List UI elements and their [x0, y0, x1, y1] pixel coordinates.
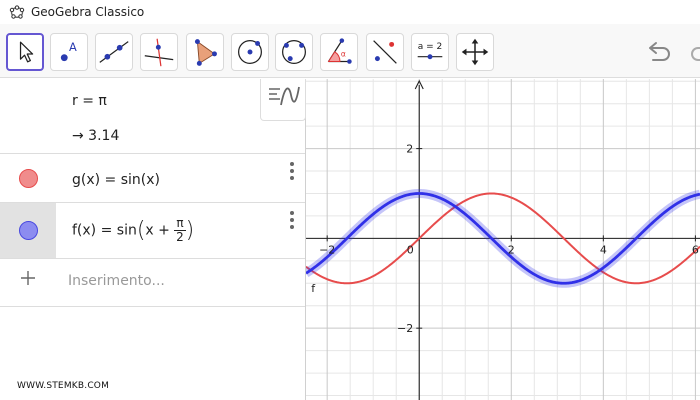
- y-tick-label: 2: [406, 143, 413, 156]
- svg-text:A: A: [69, 40, 77, 54]
- f-prefix: f(x) = sin: [72, 222, 137, 239]
- slider-tool-button[interactable]: a = 2: [411, 33, 449, 71]
- visibility-toggle-f[interactable]: [19, 221, 38, 240]
- input-placeholder[interactable]: Inserimento...: [68, 273, 165, 289]
- algebra-row-f[interactable]: f(x) = sin(x + π 2): [0, 203, 305, 259]
- move-tool-button[interactable]: [6, 33, 44, 71]
- row-marker[interactable]: [0, 154, 56, 202]
- row-menu-icon[interactable]: [289, 162, 295, 180]
- cursor-arrow-icon: [19, 41, 34, 63]
- circle-three-points-tool-button[interactable]: [275, 33, 313, 71]
- angle-icon: α: [327, 38, 352, 64]
- fraction-denominator: 2: [176, 230, 184, 244]
- f-var: x +: [145, 222, 175, 239]
- reflect-line-icon: [373, 40, 397, 64]
- reflect-tool-button[interactable]: [366, 33, 404, 71]
- slider-icon: a = 2: [417, 42, 443, 60]
- polygon-tool-button[interactable]: [186, 33, 224, 71]
- x-tick-label: 2: [508, 243, 515, 256]
- redo-icon[interactable]: [688, 38, 700, 66]
- move-graphics-tool-button[interactable]: [456, 33, 494, 71]
- fraction-numerator: π: [174, 216, 186, 231]
- point-tool-button[interactable]: A: [50, 33, 88, 71]
- graph-canvas[interactable]: −2 0 2 4 6−22f: [306, 79, 700, 400]
- row-expression[interactable]: g(x) = sin(x): [72, 172, 160, 188]
- right-paren: ): [185, 218, 195, 243]
- graphics-view[interactable]: −2 0 2 4 6 −2 2 f: [306, 79, 700, 400]
- circle-center-icon: [238, 40, 262, 64]
- row-expression[interactable]: f(x) = sin(x + π 2): [72, 217, 194, 244]
- perpendicular-line-icon: [144, 38, 174, 67]
- perpendicular-line-tool-button[interactable]: [140, 33, 178, 71]
- x-tick-label: 4: [600, 243, 607, 256]
- fraction: π2: [174, 216, 186, 244]
- move-cross-icon: [461, 38, 489, 66]
- undo-icon[interactable]: [645, 38, 673, 66]
- y-tick-label: −2: [397, 322, 413, 335]
- x-tick-label: −2: [319, 243, 335, 256]
- geogebra-logo-icon: [9, 5, 25, 19]
- line-through-points-icon: [99, 41, 129, 63]
- angle-tool-button[interactable]: α: [320, 33, 358, 71]
- watermark: WWW.STEMKB.COM: [17, 381, 110, 391]
- polygon-icon: [194, 39, 217, 66]
- row-marker[interactable]: [0, 203, 56, 258]
- toolbar: A α a = 2: [0, 24, 700, 78]
- graph-style-icon: [269, 86, 300, 106]
- algebra-row-g[interactable]: g(x) = sin(x): [0, 154, 305, 203]
- plus-icon[interactable]: [20, 270, 36, 286]
- geogebra-app: GeoGebra Classico A α a = 2 r = π → 3.14…: [0, 0, 700, 400]
- row-marker: [0, 79, 56, 153]
- window-title: GeoGebra Classico: [31, 5, 145, 19]
- title-bar: GeoGebra Classico: [0, 0, 700, 24]
- graph-style-toggle[interactable]: [260, 79, 306, 121]
- row-menu-icon[interactable]: [289, 211, 295, 229]
- algebra-view: r = π → 3.14 g(x) = sin(x) f(x) = sin(x …: [0, 79, 306, 400]
- line-tool-button[interactable]: [95, 33, 133, 71]
- x-tick-label: 0: [407, 243, 414, 256]
- circle-center-point-tool-button[interactable]: [231, 33, 269, 71]
- x-tick-label: 6: [692, 243, 699, 256]
- algebra-input-row[interactable]: Inserimento...: [0, 259, 305, 307]
- slider-tool-label: a = 2: [418, 42, 443, 52]
- circle-three-points-icon: [282, 40, 306, 64]
- row-value: → 3.14: [72, 128, 120, 144]
- row-expression[interactable]: r = π: [72, 93, 107, 109]
- svg-text:α: α: [341, 50, 346, 59]
- visibility-toggle-g[interactable]: [19, 169, 38, 188]
- point-a-icon: A: [60, 40, 77, 62]
